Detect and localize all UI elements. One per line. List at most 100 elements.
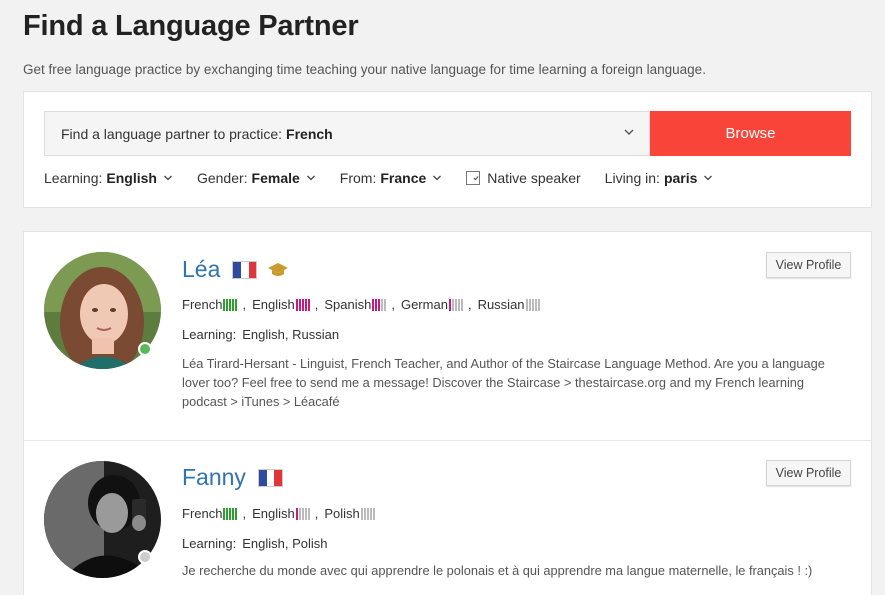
language-separator: , [391, 297, 395, 312]
from-filter[interactable]: From: France [340, 170, 442, 186]
proficiency-bar [229, 298, 232, 311]
proficiency-bar [235, 507, 238, 520]
proficiency-bar [372, 507, 375, 520]
proficiency-bar [451, 298, 454, 311]
language-item: Spanish [324, 297, 387, 312]
living-in-filter-label: Living in: [604, 170, 660, 186]
language-item: Polish [324, 506, 375, 521]
proficiency-bar [298, 507, 301, 520]
profile-bio: Je recherche du monde avec qui apprendre… [182, 563, 813, 578]
proficiency-bar [363, 507, 366, 520]
proficiency-bar [372, 298, 375, 311]
language-item: English [252, 297, 311, 312]
learning-label: Learning: [182, 536, 237, 551]
language-name: Polish [324, 506, 360, 521]
chevron-down-icon [433, 175, 442, 181]
proficiency-bar [232, 507, 235, 520]
proficiency-bar [531, 298, 534, 311]
native-speaker-filter[interactable]: Native speaker [466, 170, 581, 186]
proficiency-bar [295, 507, 298, 520]
learning-line: Learning: English, Russian [182, 327, 339, 342]
gender-filter[interactable]: Gender: Female [197, 170, 316, 186]
proficiency-bar [232, 298, 235, 311]
proficiency-bar [223, 298, 226, 311]
checkmark-icon [473, 176, 479, 181]
from-filter-value: France [380, 170, 427, 186]
proficiency-bar [298, 298, 301, 311]
page-subtitle: Get free language practice by exchanging… [23, 62, 706, 77]
france-flag-icon [232, 260, 258, 279]
gender-filter-label: Gender: [196, 170, 248, 186]
language-list: French, English, Spanish, German, Russian [182, 297, 541, 312]
proficiency-bar [229, 507, 232, 520]
proficiency-bar [366, 507, 369, 520]
profile-card: Fanny French, English, Polish Learning: Eng… [24, 441, 871, 595]
from-filter-label: From: [339, 170, 377, 186]
proficiency-bar [454, 298, 457, 311]
proficiency-bar [381, 298, 384, 311]
proficiency-bars [223, 298, 238, 311]
proficiency-bar [378, 298, 381, 311]
native-speaker-checkbox[interactable] [466, 171, 481, 185]
chevron-down-icon [163, 175, 172, 181]
profile-card: Léa French, English, Spanish, German, Russia… [24, 232, 871, 441]
learning-languages: English, Russian [242, 327, 340, 342]
chevron-down-icon [624, 129, 634, 135]
chevron-down-icon [306, 175, 315, 181]
native-speaker-label: Native speaker [487, 170, 581, 186]
view-profile-button[interactable]: View Profile [766, 460, 851, 486]
language-item: English [252, 506, 311, 521]
proficiency-bars [372, 298, 387, 311]
practice-language-value: French [286, 125, 333, 142]
language-name: English [252, 506, 295, 521]
proficiency-bars [223, 507, 238, 520]
proficiency-bar [448, 298, 451, 311]
proficiency-bar [301, 298, 304, 311]
proficiency-bar [460, 298, 463, 311]
proficiency-bar [226, 507, 229, 520]
proficiency-bar [457, 298, 460, 311]
proficiency-bar [384, 298, 387, 311]
learning-label: Learning: [182, 327, 237, 342]
practice-language-prompt: Find a language partner to practice: [61, 125, 283, 142]
gender-filter-value: Female [251, 170, 300, 186]
language-name: French [182, 297, 223, 312]
language-item: French [182, 297, 238, 312]
profile-name-row: Léa [182, 256, 289, 283]
proficiency-bar [369, 507, 372, 520]
proficiency-bars [360, 507, 376, 520]
proficiency-bar [307, 507, 310, 520]
living-in-filter[interactable]: Living in: paris [605, 170, 714, 186]
language-separator: , [314, 297, 319, 312]
profile-bio: Léa Tirard-Hersant - Linguist, French Te… [182, 356, 825, 409]
proficiency-bar [375, 298, 378, 311]
language-name: Spanish [324, 297, 372, 312]
learning-filter-value: English [106, 170, 157, 186]
profile-name[interactable]: Fanny [182, 464, 246, 491]
browse-button[interactable]: Browse [650, 111, 851, 156]
language-list: French, English, Polish [182, 506, 376, 521]
language-name: English [252, 297, 295, 312]
language-name: French [182, 506, 223, 521]
proficiency-bar [525, 298, 528, 311]
language-separator: , [467, 297, 472, 312]
proficiency-bar [360, 507, 363, 520]
learning-languages: English, Polish [242, 536, 328, 551]
offline-status-dot [138, 550, 152, 564]
language-separator: , [314, 506, 319, 521]
learning-line: Learning: English, Polish [182, 536, 328, 551]
proficiency-bar [223, 507, 226, 520]
living-in-filter-value: paris [663, 170, 698, 186]
proficiency-bars [448, 298, 464, 311]
online-status-dot [138, 342, 152, 356]
learning-filter[interactable]: Learning: English [44, 170, 173, 186]
language-item: Russian [478, 297, 541, 312]
proficiency-bar [301, 507, 304, 520]
profile-name[interactable]: Léa [182, 256, 220, 283]
practice-language-select[interactable]: Find a language partner to practice: Fre… [44, 111, 650, 156]
proficiency-bar [304, 298, 307, 311]
learning-filter-label: Learning: [44, 170, 103, 186]
proficiency-bar [226, 298, 229, 311]
proficiency-bar [295, 298, 298, 311]
view-profile-button[interactable]: View Profile [766, 252, 851, 278]
